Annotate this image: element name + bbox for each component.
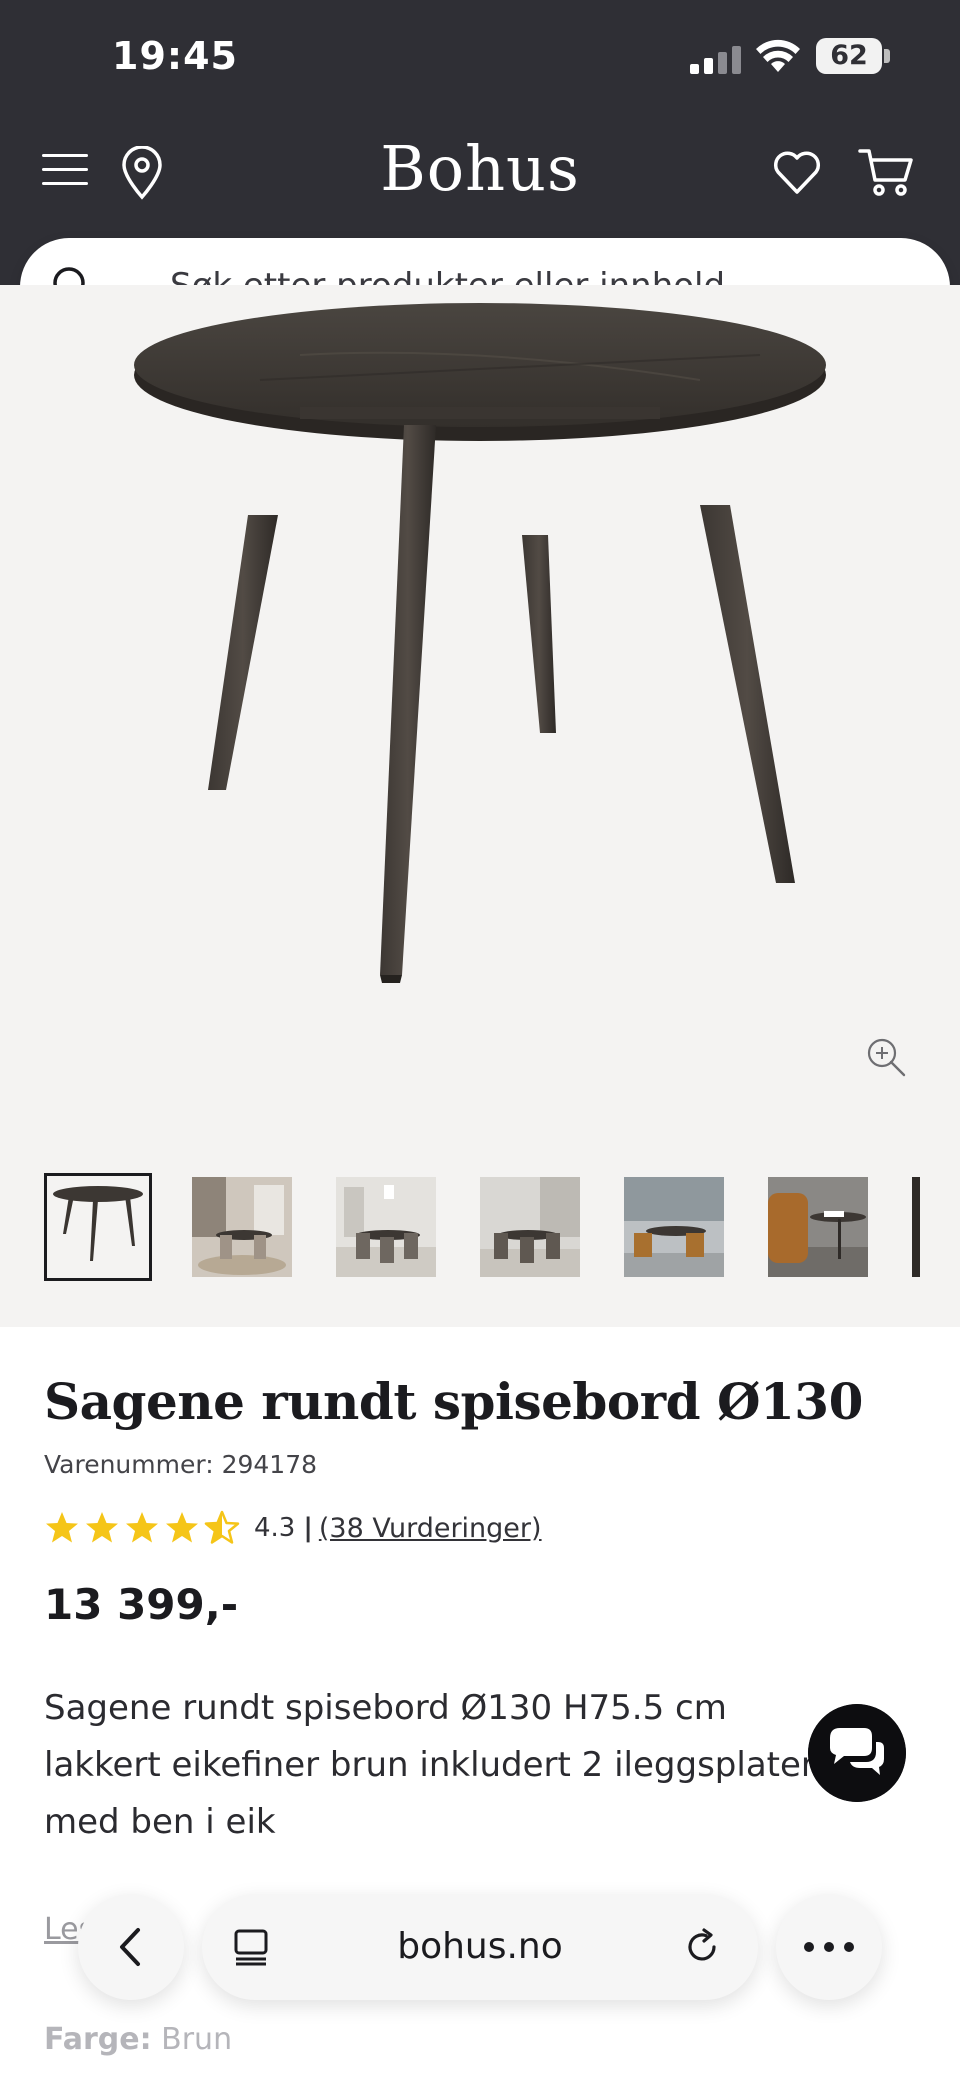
thumbnail-strip [44,1173,960,1283]
product-sku: Varenummer: 294178 [44,1450,318,1479]
color-label: Farge: [44,2022,152,2057]
signal-icon [690,44,744,74]
color-row: Farge: Brun [44,2022,232,2057]
product-title: Sagene rundt spisebord Ø130 [44,1372,863,1431]
battery-tip [884,49,890,63]
thumbnail-5[interactable] [624,1177,724,1277]
star-rating [44,1510,240,1546]
browser-more-button[interactable] [776,1894,882,2000]
product-image[interactable] [0,285,960,1145]
star-icon [166,1512,198,1543]
chevron-left-icon [120,1928,140,1966]
heart-icon[interactable] [772,148,822,196]
thumbnail-2[interactable] [192,1177,292,1277]
product-description: Sagene rundt spisebord Ø130 H75.5 cm lak… [44,1688,815,1842]
more-icon [804,1942,854,1952]
thumbnail-7[interactable] [912,1177,960,1277]
cart-icon[interactable] [858,146,914,198]
rating-value: 4.3 [254,1513,296,1543]
star-icon [46,1512,78,1543]
rating-row: 4.3 | (38 Vurderinger) [44,1508,542,1548]
browser-back-button[interactable] [78,1894,184,2000]
half-star-icon [204,1510,240,1544]
menu-icon[interactable] [42,150,90,190]
brand-logo[interactable]: Bohus [330,132,630,205]
thumbnail-4[interactable] [480,1177,580,1277]
color-value: Brun [161,2022,233,2057]
address-bar[interactable]: bohus.no [202,1894,758,2000]
chat-icon[interactable] [808,1704,906,1802]
star-icon [126,1512,158,1543]
reviews-link[interactable]: (38 Vurderinger) [319,1513,542,1544]
rating-separator: | [303,1513,313,1543]
wifi-icon [756,39,800,72]
reload-icon[interactable] [682,1927,722,1967]
thumbnail-1[interactable] [44,1173,152,1281]
zoom-icon[interactable] [864,1035,908,1079]
battery-indicator: 62 [816,38,882,74]
product-price: 13 399,- [44,1580,239,1629]
location-pin-icon[interactable] [118,146,166,200]
thumbnail-6[interactable] [768,1177,868,1277]
product-gallery [0,285,960,1327]
thumbnail-3[interactable] [336,1177,436,1277]
status-time: 19:45 [112,34,238,78]
star-icon [86,1512,118,1543]
url-text[interactable]: bohus.no [202,1894,758,2000]
